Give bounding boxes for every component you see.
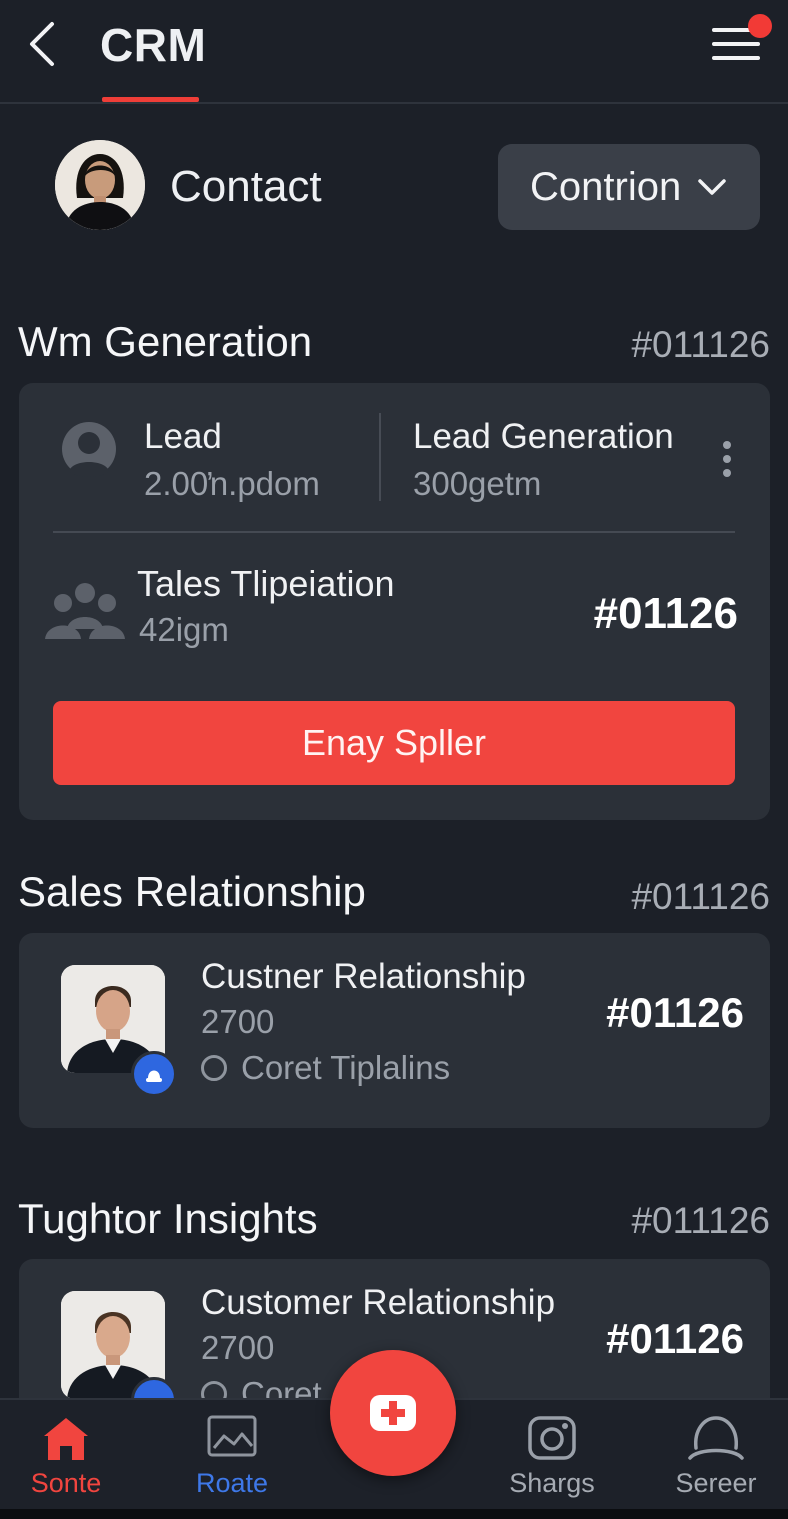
nav-item-shargs[interactable]: Shargs (482, 1414, 622, 1514)
group-icon (45, 583, 125, 639)
section-id: #011126 (631, 876, 770, 917)
relationship-meta: Coret Tiplalins (201, 1049, 450, 1087)
section-title: Wm Generation (18, 318, 313, 365)
nav-label: Roate (195, 1468, 269, 1498)
relationship-count: 2700 (201, 1329, 275, 1366)
nav-label: Shargs (509, 1468, 595, 1498)
primary-action-button[interactable]: Enay Spller (53, 701, 735, 785)
relationship-id: #01126 (606, 1315, 744, 1362)
lead-value: 2.00ŉ.pdom (144, 465, 320, 502)
notification-dot (748, 14, 772, 38)
section-id: #011126 (631, 1200, 770, 1241)
lead-generation-card: Lead 2.00ŉ.pdom Lead Generation 300getm … (19, 383, 770, 820)
chevron-down-icon (698, 179, 726, 195)
top-app-bar: CRM (0, 0, 788, 104)
camera-icon (528, 1416, 576, 1460)
image-icon (207, 1415, 257, 1457)
active-tab-indicator (102, 97, 199, 102)
relationship-title: Customer Relationship (201, 1283, 556, 1322)
lead-generation-value: 300getm (413, 465, 542, 502)
lead-generation-title: Lead Generation (413, 417, 674, 456)
relationship-card[interactable]: Custner Relationship 2700 Coret Tiplalin… (19, 933, 770, 1128)
dropdown-label: Contrion (530, 164, 682, 209)
back-chevron-icon (30, 22, 54, 66)
add-fab-button[interactable] (330, 1350, 456, 1476)
app-title: CRM (100, 19, 207, 71)
home-icon (44, 1418, 88, 1460)
tales-value: 42igm (139, 611, 229, 648)
contact-header: Contact Contrion (0, 138, 788, 234)
woman-avatar-icon (55, 140, 145, 230)
nav-item-sereer[interactable]: Sereer (646, 1414, 786, 1514)
user-icon (62, 422, 116, 477)
back-button[interactable] (22, 20, 62, 68)
tales-title: Tales Tlipeiation (137, 563, 395, 604)
medical-plus-icon (370, 1395, 416, 1431)
relationship-id: #01126 (606, 989, 744, 1036)
contact-dropdown[interactable]: Contrion (498, 144, 760, 230)
section-title: Tughtor Insights (18, 1195, 318, 1242)
circle-icon (201, 1055, 227, 1081)
profile-icon (688, 1416, 744, 1460)
section-id: #011126 (631, 324, 770, 365)
more-vertical-icon[interactable] (715, 437, 739, 481)
relationship-title: Custner Relationship (201, 957, 526, 996)
contact-label: Contact (170, 162, 322, 211)
verified-badge (131, 1051, 177, 1097)
divider (53, 531, 735, 533)
avatar[interactable] (55, 140, 145, 230)
tales-id: #01126 (593, 589, 738, 638)
section-title: Sales Relationship (18, 868, 366, 915)
divider (379, 413, 381, 501)
nav-label: Sereer (675, 1468, 757, 1498)
user-badge-icon (146, 1070, 162, 1082)
nav-item-route[interactable]: Roate (162, 1414, 302, 1514)
system-bar (0, 1509, 788, 1519)
lead-title: Lead (144, 417, 222, 456)
relationship-meta-text: Coret Tiplalins (241, 1049, 451, 1086)
nav-item-home[interactable]: Sonte (0, 1414, 136, 1514)
nav-label: Sonte (30, 1468, 102, 1498)
relationship-count: 2700 (201, 1003, 275, 1040)
